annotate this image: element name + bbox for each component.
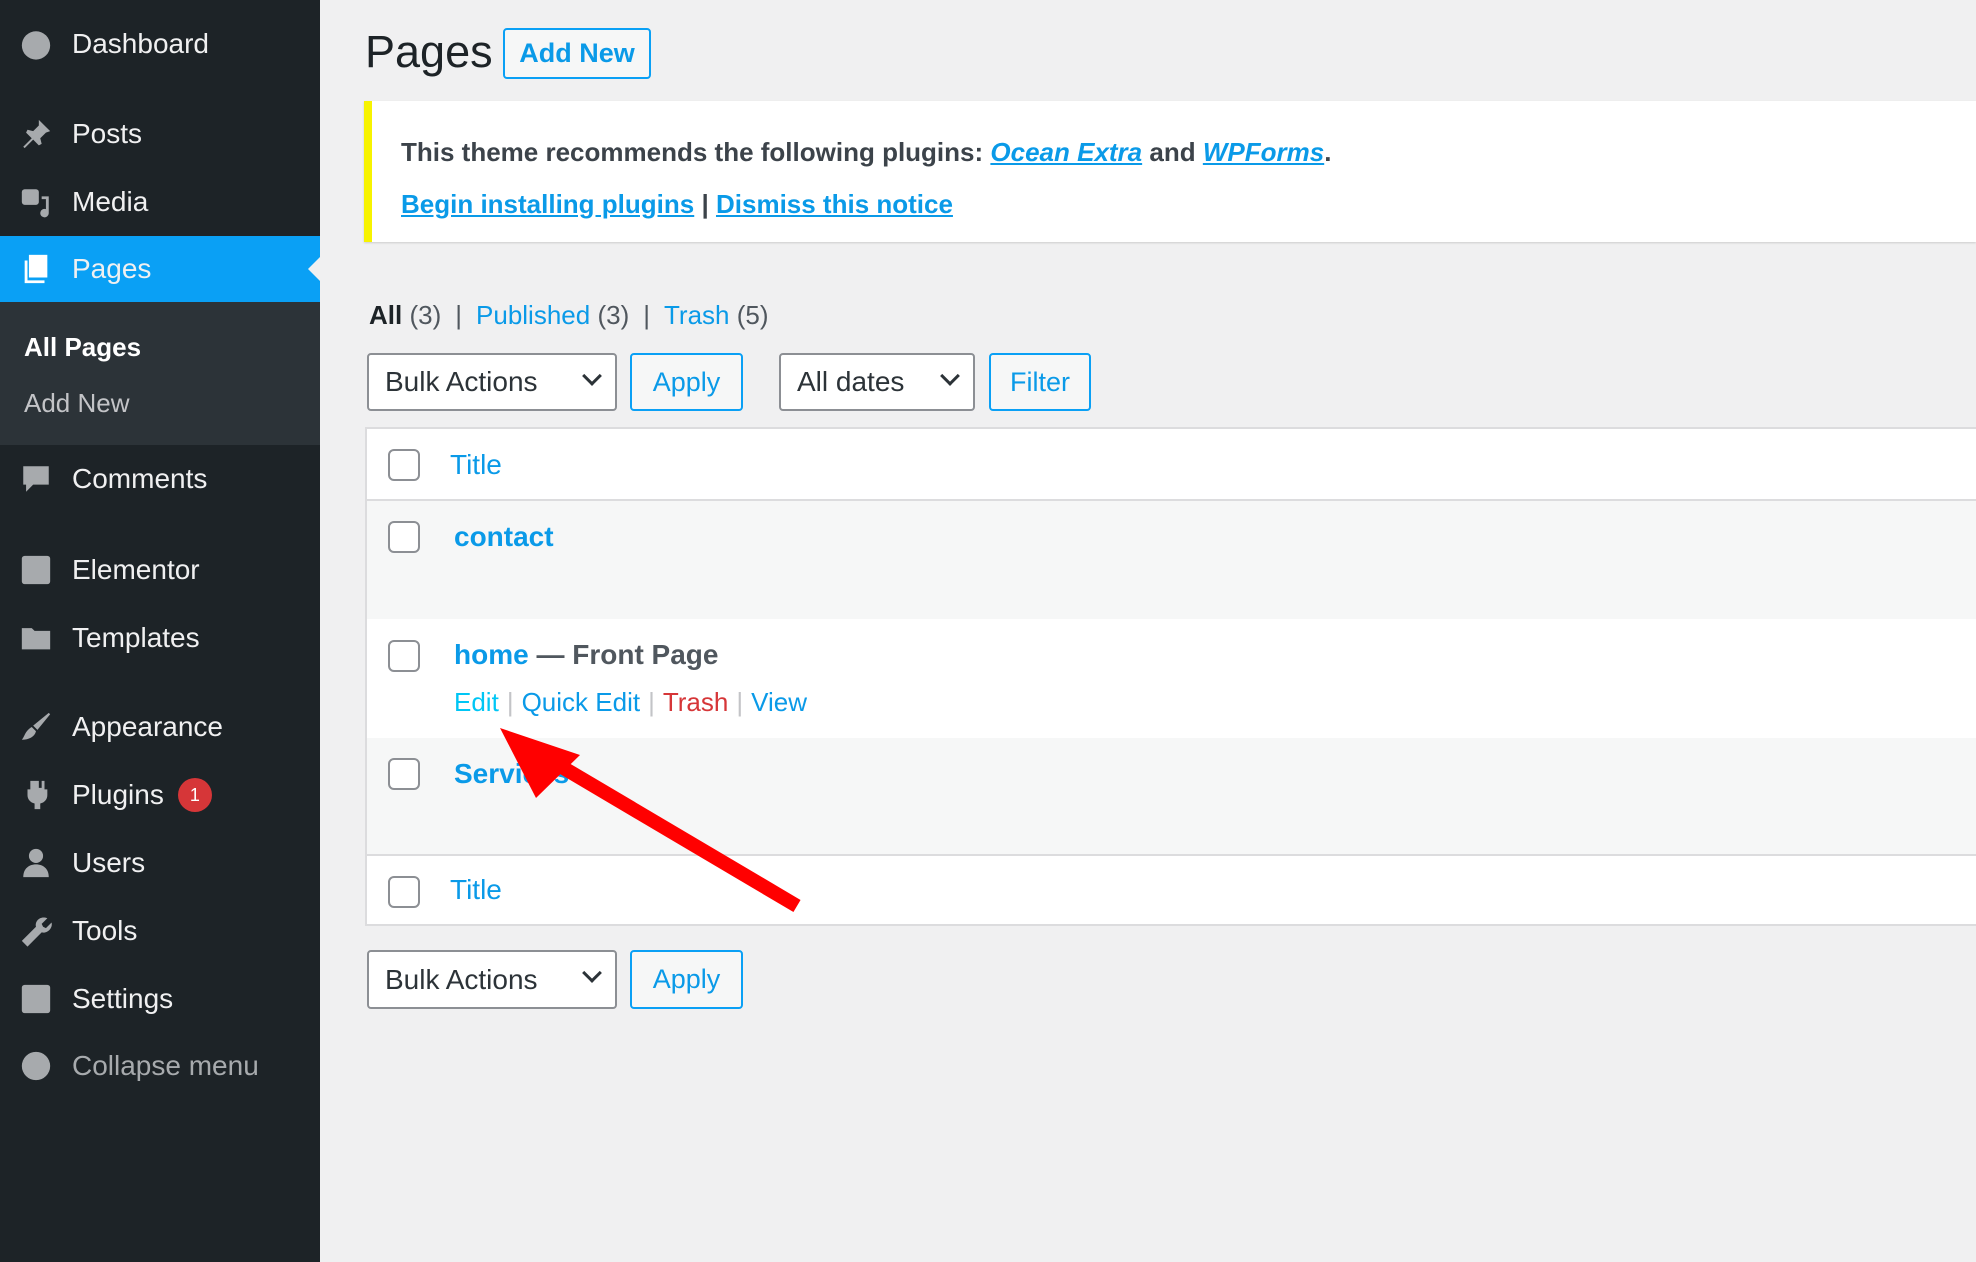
sidebar-item-label: Pages	[72, 253, 152, 284]
dates-value: All dates	[797, 366, 905, 397]
sidebar-item-appearance[interactable]: Appearance	[0, 699, 320, 755]
comment-icon	[16, 462, 56, 496]
chevron-down-icon	[940, 366, 960, 386]
sidebar-item-label: Comments	[72, 463, 208, 494]
separator: |	[455, 300, 463, 330]
row-checkbox[interactable]	[388, 758, 420, 790]
sidebar-item-media[interactable]: Media	[0, 174, 320, 230]
apply-button-bottom[interactable]: Apply	[630, 950, 743, 1009]
row-actions: Edit | Quick Edit | Trash | View	[454, 687, 807, 717]
quick-edit-link[interactable]: Quick Edit	[522, 687, 641, 717]
chevron-down-icon	[582, 963, 602, 983]
separator: |	[643, 300, 650, 330]
sidebar-item-posts[interactable]: Posts	[0, 106, 320, 162]
settings-icon	[16, 982, 56, 1016]
sidebar-item-label: Tools	[72, 915, 138, 946]
sidebar-item-label: Templates	[72, 622, 200, 653]
row-checkbox[interactable]	[388, 521, 420, 553]
notice-text: This theme recommends the following plug…	[401, 137, 984, 167]
trash-count: (5)	[736, 300, 769, 330]
filter-trash[interactable]: Trash	[664, 300, 730, 330]
pages-submenu: All Pages Add New	[0, 302, 320, 445]
sidebar-item-label: Media	[72, 186, 149, 217]
edit-link[interactable]: Edit	[454, 687, 499, 717]
sidebar-item-users[interactable]: Users	[0, 835, 320, 891]
sidebar-item-label: Appearance	[72, 711, 224, 742]
main-content: Pages Add New This theme recommends the …	[320, 0, 1976, 1262]
table-header: Title	[367, 429, 1976, 501]
page-title: Pages	[365, 26, 493, 77]
apply-button[interactable]: Apply	[630, 353, 743, 411]
notice-and: and	[1149, 137, 1196, 167]
wrench-icon	[16, 914, 56, 948]
trash-link[interactable]: Trash	[663, 687, 729, 717]
title-column-header[interactable]: Title	[450, 449, 502, 481]
notice-period: .	[1324, 137, 1332, 167]
page-title-link[interactable]: Services	[454, 758, 569, 790]
collapse-icon	[16, 1049, 56, 1083]
sidebar-item-comments[interactable]: Comments	[0, 451, 320, 507]
filter-published[interactable]: Published	[476, 300, 590, 330]
sidebar-item-elementor[interactable]: Elementor	[0, 542, 320, 598]
wpforms-link[interactable]: WPForms	[1203, 137, 1324, 167]
table-row: home — Front Page Edit | Quick Edit | Trash |…	[367, 619, 1976, 738]
sidebar-item-templates[interactable]: Templates	[0, 610, 320, 666]
pin-icon	[16, 117, 56, 151]
table-row: Services	[367, 738, 1976, 856]
sidebar-item-settings[interactable]: Settings	[0, 971, 320, 1027]
sidebar-item-plugins[interactable]: Plugins 1	[0, 767, 320, 823]
row-checkbox[interactable]	[388, 640, 420, 672]
submenu-add-new[interactable]: Add New	[24, 388, 130, 419]
sidebar-item-label: Dashboard	[72, 28, 209, 59]
user-icon	[16, 846, 56, 880]
pages-table: Title contact home — Front Page Edit | Qui…	[365, 427, 1976, 926]
ocean-extra-link[interactable]: Ocean Extra	[990, 137, 1142, 167]
filter-all[interactable]: All	[369, 300, 402, 330]
notice-separator: |	[701, 189, 709, 219]
title-column-footer[interactable]: Title	[450, 874, 502, 906]
filter-button[interactable]: Filter	[989, 353, 1091, 411]
dates-select[interactable]: All dates	[779, 353, 975, 411]
bulk-actions-value: Bulk Actions	[385, 366, 538, 397]
sidebar-item-label: Posts	[72, 118, 143, 149]
sidebar-item-label: Settings	[72, 983, 174, 1014]
all-count: (3)	[409, 300, 442, 330]
submenu-all-pages[interactable]: All Pages	[24, 332, 141, 363]
media-icon	[16, 185, 56, 219]
admin-sidebar: All Pages Add New Dashboard Posts Media Pag…	[0, 0, 320, 1262]
sidebar-item-dashboard[interactable]: Dashboard	[0, 16, 320, 72]
page-state: — Front Page	[536, 639, 719, 670]
dashboard-icon	[16, 27, 56, 61]
table-row: contact	[367, 501, 1976, 619]
plugin-notice: This theme recommends the following plug…	[364, 101, 1976, 242]
view-link[interactable]: View	[751, 687, 807, 717]
bulk-actions-select-bottom[interactable]: Bulk Actions	[367, 950, 617, 1009]
page-title-link[interactable]: home	[454, 639, 529, 670]
sidebar-item-pages[interactable]: Pages	[0, 236, 320, 302]
sidebar-item-label: Plugins	[72, 779, 164, 810]
status-filters: All (3) | Published (3) | Trash (5)	[369, 300, 769, 331]
bulk-actions-value: Bulk Actions	[385, 963, 538, 995]
elementor-icon	[16, 553, 56, 587]
sidebar-item-collapse-menu[interactable]: Collapse menu	[0, 1038, 320, 1094]
plugin-icon	[16, 778, 56, 812]
begin-installing-link[interactable]: Begin installing plugins	[401, 189, 694, 219]
sidebar-item-tools[interactable]: Tools	[0, 903, 320, 959]
table-footer: Title	[367, 856, 1976, 926]
add-new-button[interactable]: Add New	[503, 28, 651, 79]
sidebar-item-label: Collapse menu	[72, 1050, 259, 1081]
published-count: (3)	[597, 300, 630, 330]
select-all-checkbox-footer[interactable]	[388, 876, 420, 908]
bulk-actions-select[interactable]: Bulk Actions	[367, 353, 617, 411]
brush-icon	[16, 710, 56, 744]
sidebar-item-label: Elementor	[72, 554, 200, 585]
dismiss-notice-link[interactable]: Dismiss this notice	[716, 189, 953, 219]
select-all-checkbox[interactable]	[388, 449, 420, 481]
folder-icon	[16, 621, 56, 655]
update-count-badge: 1	[177, 778, 212, 812]
sidebar-item-label: Users	[72, 847, 146, 878]
page-title-link[interactable]: contact	[454, 521, 554, 553]
pages-icon	[16, 252, 56, 286]
chevron-down-icon	[582, 366, 602, 386]
